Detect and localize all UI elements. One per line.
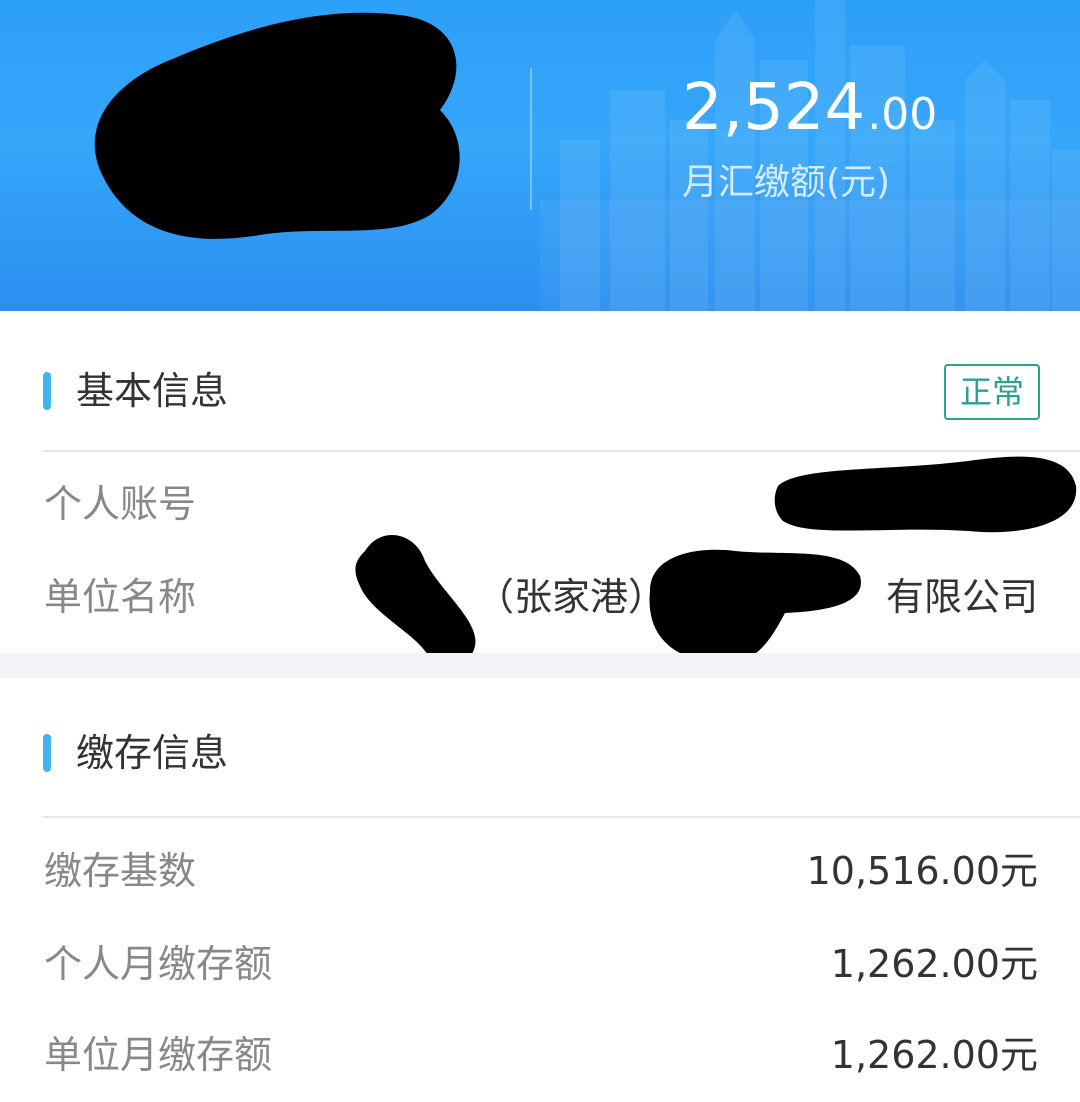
personal-account-label: 个人账号 (44, 482, 197, 526)
company-monthly-row: 单位月缴存额 1,262.00元 (0, 1025, 1080, 1085)
personal-monthly-label: 个人月缴存额 (44, 942, 273, 986)
company-name-redaction-1 (355, 534, 476, 665)
monthly-amount-label: 月汇缴额(元) (682, 162, 891, 203)
deposit-info-title-row: 缴存信息 (0, 723, 1080, 783)
status-badge: 正常 (944, 364, 1040, 420)
monthly-amount-value: 2,524.00 (682, 70, 1042, 153)
name-redaction (94, 12, 460, 239)
basic-info-title-row: 基本信息 (0, 361, 1080, 421)
basic-info-section: 基本信息 正常 个人账号 单位名称 （张家港） 有限公司 (0, 311, 1080, 665)
company-name-redaction-2 (649, 549, 861, 664)
divider (43, 816, 1080, 818)
company-monthly-value: 1,262.00元 (830, 1033, 1038, 1077)
deposit-info-title: 缴存信息 (76, 731, 229, 775)
deposit-base-value: 10,516.00元 (806, 849, 1038, 893)
company-name-label: 单位名称 (44, 575, 197, 619)
header-divider (530, 68, 532, 210)
amount-integer: 2,524 (682, 71, 866, 145)
personal-monthly-value: 1,262.00元 (830, 942, 1038, 986)
account-summary-header: 2,524.00 月汇缴额(元) (0, 0, 1080, 311)
deposit-base-label: 缴存基数 (44, 849, 197, 893)
basic-info-title: 基本信息 (76, 369, 229, 413)
company-name-suffix: 有限公司 (885, 575, 1038, 619)
section-accent-bar (43, 372, 51, 410)
deposit-base-row: 缴存基数 10,516.00元 (0, 841, 1080, 901)
account-number-redaction (774, 456, 1077, 533)
deposit-info-section: 缴存信息 缴存基数 10,516.00元 个人月缴存额 1,262.00元 单位… (0, 678, 1080, 1102)
section-gap (0, 653, 1080, 678)
amount-decimal: .00 (867, 89, 938, 140)
personal-monthly-row: 个人月缴存额 1,262.00元 (0, 934, 1080, 994)
company-monthly-label: 单位月缴存额 (44, 1033, 273, 1077)
section-accent-bar (43, 734, 51, 772)
company-name-row: 单位名称 （张家港） 有限公司 (0, 567, 1080, 627)
monthly-amount-block: 2,524.00 月汇缴额(元) (682, 70, 1042, 205)
